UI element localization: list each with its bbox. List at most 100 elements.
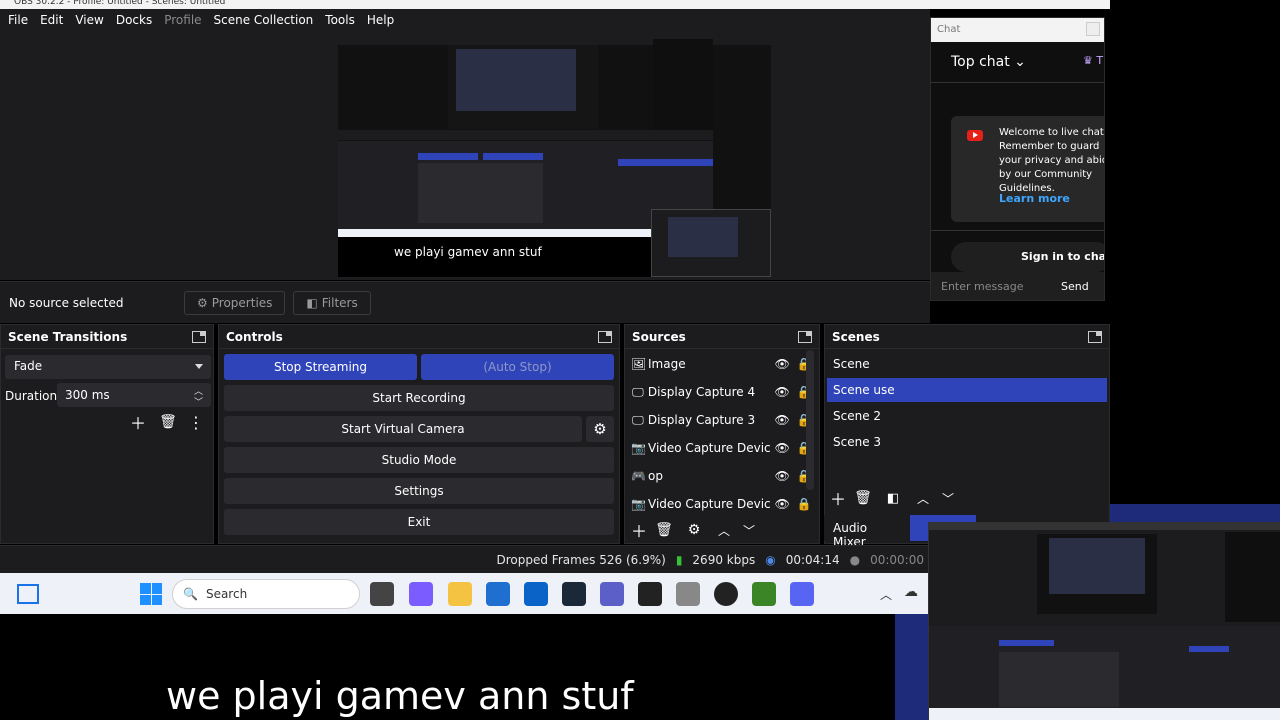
camera-icon: 📷 [631,441,646,455]
windows-start-icon[interactable] [140,583,162,605]
duration-input[interactable]: 300 ms ︿ ﹀ [57,383,211,408]
trash-icon[interactable]: 🗑 [157,411,179,433]
sign-in-label[interactable]: Sign in to chat [1021,250,1104,263]
settings-button[interactable]: Settings [224,478,614,504]
steam-icon[interactable] [562,582,586,606]
copilot-icon[interactable] [409,582,433,606]
chevron-down-icon[interactable]: ﹀ [738,519,760,541]
trash-icon[interactable]: 🗑 [653,519,675,541]
source-item[interactable]: 🖼 Image 👁 🔒 [631,352,815,376]
eye-icon[interactable]: 👁 [771,497,793,511]
camera-icon: 📷 [631,497,646,511]
chevron-down-icon[interactable]: ﹀ [937,487,959,509]
plus-icon[interactable]: ＋ [628,519,650,541]
more-vertical-icon[interactable]: ⋮ [185,411,207,433]
menu-scene-collection[interactable]: Scene Collection [208,13,320,27]
chevron-up-icon[interactable]: ︿ [912,487,934,509]
sources-scrollbar[interactable] [806,350,814,490]
stream-icon: ◉ [765,552,776,567]
gear-icon[interactable]: ⚙ [586,416,614,442]
exit-button[interactable]: Exit [224,509,614,535]
float-dock-icon[interactable] [1088,330,1102,343]
status-bar: Dropped Frames 526 (6.9%) ▮ 2690 kbps ◉ … [0,545,930,573]
menu-docks[interactable]: Docks [110,13,158,27]
scene-item-selected[interactable]: Scene use [827,378,1107,402]
controls-dock: Controls Stop Streaming (Auto Stop) Star… [218,324,620,544]
scene-item[interactable]: Scene [827,352,1107,376]
plus-icon[interactable]: ＋ [827,487,849,509]
maximize-icon[interactable] [1086,22,1100,36]
eye-icon[interactable]: 👁 [771,385,793,399]
learn-more-link[interactable]: Learn more [999,192,1070,205]
menu-tools[interactable]: Tools [319,13,361,27]
gear-icon[interactable]: ⚙ [683,519,705,541]
chevron-up-icon[interactable]: ︿ [713,519,735,541]
store-icon[interactable] [486,582,510,606]
source-item[interactable]: 🎮 op 👁 🔒 [631,464,815,488]
bitrate: 2690 kbps [692,552,756,567]
chat-message-input[interactable]: Enter message [931,272,1041,300]
menu-help[interactable]: Help [361,13,400,27]
teams-icon[interactable] [600,582,624,606]
scene-item[interactable]: Scene 3 [827,430,1107,454]
obs-icon[interactable] [714,582,738,606]
eye-icon[interactable]: 👁 [771,441,793,455]
start-recording-button[interactable]: Start Recording [224,385,614,411]
discord-icon[interactable] [790,582,814,606]
crown-icon[interactable]: ♛ T [1083,54,1104,72]
transition-value: Fade [14,359,43,373]
record-time: 00:00:00 [870,552,924,567]
app-icon[interactable] [638,582,662,606]
chevron-down-icon[interactable]: ﹀ [194,395,203,408]
source-item[interactable]: 📷 Video Capture Device 👁 🔒 [631,436,815,460]
filter-icon[interactable]: ◧ [882,487,904,509]
source-item[interactable]: 📷 Video Capture Device 👁 🔒 [631,492,815,516]
search-placeholder: Search [205,587,248,601]
trash-icon[interactable]: 🗑 [852,487,874,509]
start-virtual-camera-button[interactable]: Start Virtual Camera [224,416,582,442]
source-item[interactable]: 🖵 Display Capture 4 👁 🔒 [631,380,815,404]
minecraft-icon[interactable] [752,582,776,606]
float-dock-icon[interactable] [598,330,612,343]
source-item[interactable]: 🖵 Display Capture 3 👁 🔒 [631,408,815,432]
preview-canvas[interactable]: we playi gamev ann stuf [338,33,771,277]
eye-icon[interactable]: 👁 [771,469,793,483]
filters-button[interactable]: ◧ Filters [293,290,371,315]
menu-edit[interactable]: Edit [34,13,69,27]
chat-input-area: Enter message Send [931,272,1104,300]
task-view-icon[interactable] [370,582,394,606]
studio-mode-button[interactable]: Studio Mode [224,447,614,473]
widgets-icon[interactable] [17,584,39,604]
top-chat-dropdown[interactable]: Top chat ⌄ [951,54,1026,70]
eye-icon[interactable]: 👁 [771,413,793,427]
menu-profile[interactable]: Profile [158,13,207,27]
plus-icon[interactable]: ＋ [127,411,149,433]
filter-icon: ◧ [306,295,318,310]
network-icon[interactable]: ☁ [904,584,924,602]
chevron-down-icon [195,364,203,369]
file-explorer-icon[interactable] [448,582,472,606]
scene-item[interactable]: Scene 2 [827,404,1107,428]
menu-file[interactable]: File [2,13,34,27]
transition-select[interactable]: Fade [5,355,211,379]
app-icon[interactable] [676,582,700,606]
audio-mixer-tab[interactable]: Audio Mixer [824,515,908,549]
properties-button[interactable]: ⚙ Properties [184,290,286,315]
chevron-up-icon[interactable]: ︿ [880,586,892,603]
eye-icon[interactable]: 👁 [771,357,793,371]
properties-label: Properties [211,295,273,310]
stop-streaming-button[interactable]: Stop Streaming [224,354,417,380]
dropped-frames: Dropped Frames 526 (6.9%) [496,552,666,567]
chat-window-title: Chat [931,18,1104,42]
welcome-text: Welcome to live chat! Remember to guard … [999,127,1105,194]
taskbar-search[interactable]: 🔍 Search [172,579,360,609]
float-dock-icon[interactable] [798,330,812,343]
outlook-icon[interactable] [524,582,548,606]
youtube-icon [967,130,983,141]
send-button[interactable]: Send [1061,280,1089,293]
auto-stop-button[interactable]: (Auto Stop) [421,354,614,380]
dock-title-bar: Scene Transitions [1,325,213,349]
float-dock-icon[interactable] [192,330,206,343]
lock-icon[interactable]: 🔒 [793,497,815,511]
menu-view[interactable]: View [69,13,109,27]
